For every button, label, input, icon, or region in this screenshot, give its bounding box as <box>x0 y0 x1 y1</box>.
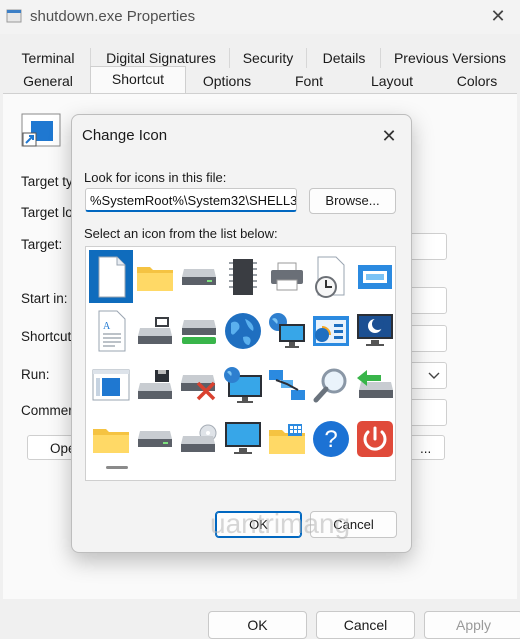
drive-window-icon[interactable] <box>133 304 177 357</box>
tab-options[interactable]: Options <box>188 70 266 92</box>
drive-cd-icon[interactable] <box>177 412 221 465</box>
printer-icon[interactable] <box>265 250 309 303</box>
tab-colors[interactable]: Colors <box>436 70 518 92</box>
network-monitor-icon[interactable] <box>265 304 309 357</box>
watermark: uantrimang <box>210 508 351 539</box>
moon-monitor-icon[interactable] <box>353 304 395 357</box>
clock-document-icon[interactable] <box>309 250 353 303</box>
drive-x-icon[interactable] <box>177 358 221 411</box>
folder-icon[interactable] <box>89 412 133 465</box>
monitor-icon[interactable] <box>221 412 265 465</box>
label-shortcut-key: Shortcut <box>21 329 72 344</box>
tab-terminal[interactable]: Terminal <box>10 47 86 69</box>
drive-icon[interactable] <box>133 412 177 465</box>
label-comment: Commer <box>21 403 73 418</box>
look-for-icons-label: Look for icons in this file: <box>84 170 227 185</box>
svg-text:A: A <box>103 321 111 332</box>
label-start-in: Start in: <box>21 291 68 306</box>
select-icon-label: Select an icon from the list below: <box>84 226 278 241</box>
drive-green-icon[interactable] <box>177 304 221 357</box>
apply-button[interactable]: Apply <box>424 611 520 639</box>
label-target-location: Target lo <box>21 205 73 220</box>
app-icon <box>6 8 22 24</box>
help-icon[interactable]: ? <box>309 412 353 465</box>
drive-floppy-icon[interactable] <box>133 358 177 411</box>
tab-details[interactable]: Details <box>311 47 377 69</box>
tab-layout[interactable]: Layout <box>352 70 432 92</box>
window-app-icon[interactable] <box>353 250 395 303</box>
label-run: Run: <box>21 367 50 382</box>
label-target: Target: <box>21 237 63 252</box>
green-arrow-drive-icon[interactable] <box>353 358 395 411</box>
power-icon[interactable] <box>353 412 395 465</box>
control-panel-icon[interactable] <box>309 304 353 357</box>
horizontal-scrollbar[interactable] <box>106 466 128 469</box>
tab-security[interactable]: Security <box>233 47 303 69</box>
window-close-icon[interactable]: ✕ <box>486 4 510 28</box>
chevron-down-icon <box>428 372 440 379</box>
dialog-title: Change Icon <box>82 127 168 144</box>
dialog-close-icon[interactable]: ✕ <box>376 123 402 149</box>
label-target-type: Target ty <box>21 174 73 189</box>
tab-divider <box>90 48 91 68</box>
tab-divider <box>229 48 230 68</box>
globe-icon[interactable] <box>221 304 265 357</box>
shortcut-icon <box>21 113 63 149</box>
drive-icon[interactable] <box>177 250 221 303</box>
blank-document-icon[interactable] <box>89 250 133 303</box>
tab-font[interactable]: Font <box>270 70 348 92</box>
change-icon-dialog: Change Icon ✕ Look for icons in this fil… <box>71 114 412 553</box>
folder-icon[interactable] <box>133 250 177 303</box>
browse-button[interactable]: Browse... <box>309 188 396 214</box>
svg-text:?: ? <box>324 426 337 453</box>
app-window-icon[interactable] <box>89 358 133 411</box>
ok-button[interactable]: OK <box>208 611 307 639</box>
text-document-icon[interactable]: A <box>89 304 133 357</box>
globe-monitor-icon[interactable] <box>221 358 265 411</box>
cancel-button[interactable]: Cancel <box>316 611 415 639</box>
icon-file-path-input[interactable]: %SystemRoot%\System32\SHELL32 <box>85 188 297 212</box>
icon-list[interactable]: A ? <box>85 246 396 481</box>
chip-icon[interactable] <box>221 250 265 303</box>
network-link-icon[interactable] <box>265 358 309 411</box>
tab-previous-versions[interactable]: Previous Versions <box>386 47 514 69</box>
tab-general[interactable]: General <box>10 70 86 92</box>
window-title: shutdown.exe Properties <box>30 8 196 25</box>
folder-grid-icon[interactable] <box>265 412 309 465</box>
tab-divider <box>306 48 307 68</box>
magnifier-icon[interactable] <box>309 358 353 411</box>
tab-divider <box>380 48 381 68</box>
tab-shortcut[interactable]: Shortcut <box>90 66 186 93</box>
